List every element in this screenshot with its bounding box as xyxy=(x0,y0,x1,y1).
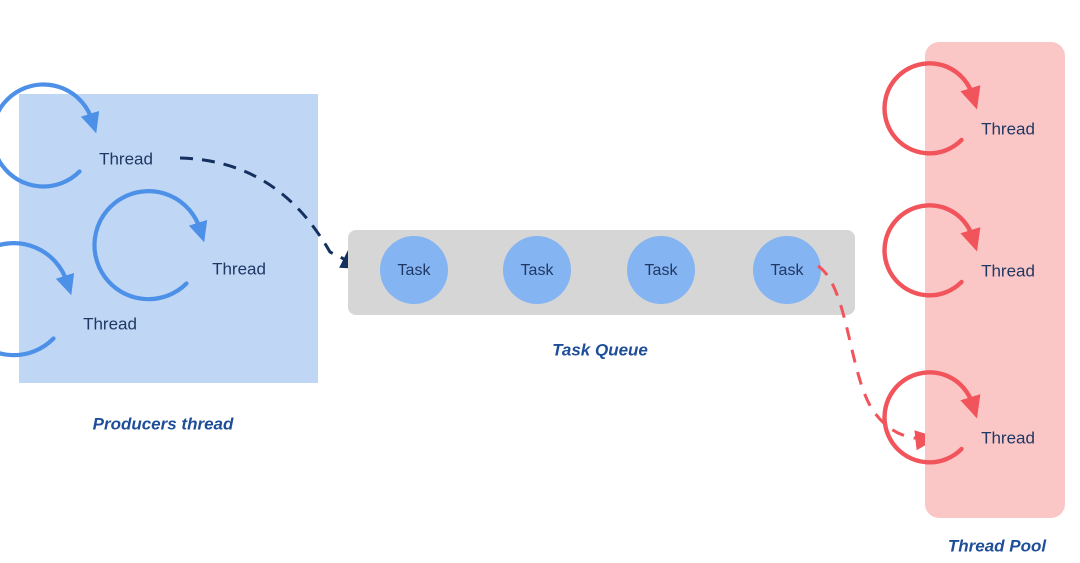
pool-thread-label: Thread xyxy=(981,119,1035,138)
task-queue-group: Task Task Task Task Task Queue xyxy=(348,230,855,359)
thread-pool-caption: Thread Pool xyxy=(948,536,1048,555)
task-label: Task xyxy=(645,262,679,279)
task-label: Task xyxy=(771,262,805,279)
pool-thread-label: Thread xyxy=(981,261,1035,280)
task-label: Task xyxy=(521,262,555,279)
producers-panel xyxy=(19,94,318,383)
task-label: Task xyxy=(398,262,432,279)
task-item-4[interactable]: Task xyxy=(753,236,821,304)
task-item-1[interactable]: Task xyxy=(380,236,448,304)
producer-thread-label: Thread xyxy=(212,259,266,278)
producers-group: Thread Thread Thread Producers thread xyxy=(0,82,318,433)
producers-caption: Producers thread xyxy=(93,414,234,433)
diagram-canvas: Thread Thread Thread Producers thread Ta… xyxy=(0,0,1080,563)
task-queue-caption: Task Queue xyxy=(552,340,648,359)
task-item-2[interactable]: Task xyxy=(503,236,571,304)
thread-pool-group: Thread Thread Thread Thread Pool xyxy=(882,42,1065,555)
producer-thread-label: Thread xyxy=(99,149,153,168)
producer-thread-label: Thread xyxy=(83,314,137,333)
pool-thread-label: Thread xyxy=(981,428,1035,447)
task-item-3[interactable]: Task xyxy=(627,236,695,304)
thread-pool-diagram: Thread Thread Thread Producers thread Ta… xyxy=(0,42,1065,555)
